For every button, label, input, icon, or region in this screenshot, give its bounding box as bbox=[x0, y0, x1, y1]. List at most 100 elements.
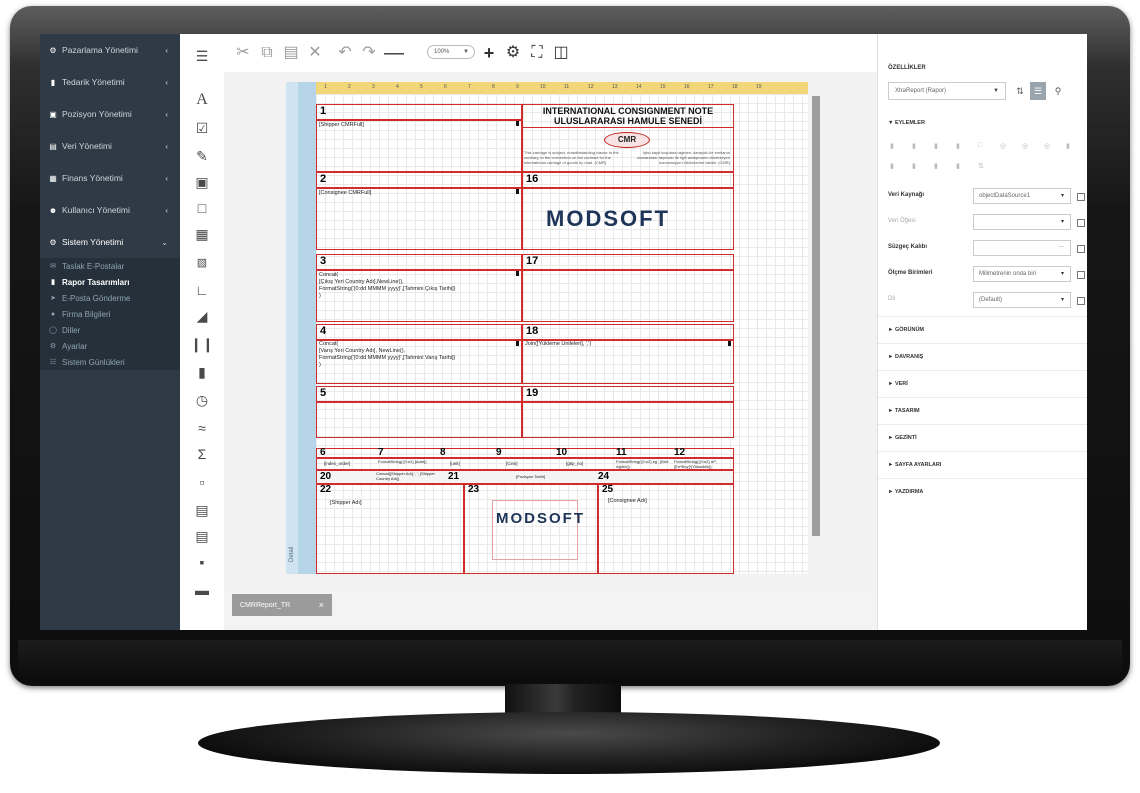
align-middle-icon[interactable]: □ bbox=[978, 142, 982, 149]
page-info-tool-icon[interactable]: ▫ bbox=[192, 472, 212, 492]
sort-icon[interactable]: ⇅ bbox=[1012, 82, 1028, 100]
cell-3-header[interactable] bbox=[316, 254, 522, 270]
property-section[interactable]: ► VERİ bbox=[878, 370, 1087, 396]
page-break-tool-icon[interactable]: ▬ bbox=[192, 580, 212, 600]
sidebar-item-sistem[interactable]: ⚙ Sistem Yönetimi ⌄ bbox=[40, 226, 180, 258]
property-editor[interactable]: ▾ bbox=[973, 214, 1071, 230]
align-left-icon[interactable]: ▮ bbox=[890, 142, 894, 150]
close-icon[interactable]: × bbox=[319, 600, 324, 610]
panel-tool-icon[interactable]: □ bbox=[192, 198, 212, 218]
cell-19-header[interactable] bbox=[522, 386, 734, 402]
cell-2-body[interactable] bbox=[316, 188, 522, 250]
property-section[interactable]: ► TASARIM bbox=[878, 397, 1087, 423]
zoom-out-icon[interactable]: — bbox=[384, 43, 404, 63]
cell-18-header[interactable] bbox=[522, 324, 734, 340]
property-checkbox[interactable] bbox=[1077, 193, 1085, 201]
report-page[interactable]: Detail 1 2 3 4 5 6 7 8 9 10 11 12 13 14 15 16 17 18 19 1 [… bbox=[286, 82, 808, 574]
property-editor[interactable]: (Default) ▾ bbox=[973, 292, 1071, 308]
delete-icon[interactable]: ✕ bbox=[306, 44, 324, 62]
cell-2-header[interactable] bbox=[316, 172, 522, 188]
align-bottom-icon[interactable]: ◎ bbox=[1000, 142, 1006, 150]
sum-tool-icon[interactable]: Σ bbox=[192, 444, 212, 464]
submenu-item-firma[interactable]: ● Firma Bilgileri bbox=[40, 306, 180, 322]
property-section[interactable]: ► GÖRÜNÜM bbox=[878, 316, 1087, 342]
align-center-icon[interactable]: ▮ bbox=[912, 142, 916, 150]
property-editor[interactable]: objectDataSource1 ▾ bbox=[973, 188, 1071, 204]
size-height-icon[interactable]: ◎ bbox=[1044, 142, 1050, 150]
sidebar-item-kullanici[interactable]: ☻ Kullanıcı Yönetimi ‹ bbox=[40, 194, 180, 226]
rich-text-tool-icon[interactable]: ✎ bbox=[192, 146, 212, 166]
send-back-icon[interactable]: ▮ bbox=[912, 162, 916, 170]
copy-icon[interactable]: ⧉ bbox=[258, 44, 276, 62]
submenu-item-rapor[interactable]: ▮ Rapor Tasarımları bbox=[40, 274, 180, 290]
property-section[interactable]: ► GEZİNTİ bbox=[878, 424, 1087, 450]
checkbox-tool-icon[interactable]: ☑ bbox=[192, 118, 212, 138]
preview-icon[interactable]: ◫ bbox=[552, 44, 570, 62]
property-section[interactable]: ► YAZDIRMA bbox=[878, 478, 1087, 504]
barcode-tool-icon[interactable]: ❙❙ bbox=[190, 334, 213, 354]
submenu-item-taslak[interactable]: ✉ Taslak E-Postalar bbox=[40, 258, 180, 274]
undo-icon[interactable]: ↶ bbox=[336, 44, 354, 62]
cell-19-body[interactable] bbox=[522, 402, 734, 438]
canvas-scrollbar[interactable] bbox=[812, 96, 820, 536]
cut-icon[interactable]: ✂ bbox=[234, 44, 252, 62]
redo-icon[interactable]: ↷ bbox=[360, 44, 378, 62]
categories-icon[interactable]: ☰ bbox=[1030, 82, 1046, 100]
grid-align-icon[interactable]: ▮ bbox=[934, 162, 938, 170]
submenu-item-ayarlar[interactable]: ⚙ Ayarlar bbox=[40, 338, 180, 354]
shape-tool-icon[interactable]: ◢ bbox=[192, 306, 212, 326]
chart-tool-icon[interactable]: ▮ bbox=[192, 362, 212, 382]
property-checkbox[interactable] bbox=[1077, 245, 1085, 253]
cell-5-header[interactable] bbox=[316, 386, 522, 402]
zoom-select[interactable]: 100% ▼ bbox=[427, 45, 475, 59]
fullscreen-icon[interactable]: ⛶ bbox=[528, 44, 546, 62]
sidebar-item-pazarlama[interactable]: ⚙ Pazarlama Yönetimi ‹ bbox=[40, 34, 180, 66]
property-checkbox[interactable] bbox=[1077, 297, 1085, 305]
design-surface[interactable]: Detail 1 2 3 4 5 6 7 8 9 10 11 12 13 14 15 16 17 18 19 1 [… bbox=[224, 72, 877, 592]
property-section[interactable]: ► DAVRANIŞ bbox=[878, 343, 1087, 369]
pdf-tool-icon[interactable]: ▤ bbox=[192, 500, 212, 520]
cell-17-body[interactable] bbox=[522, 270, 734, 322]
sparkline-tool-icon[interactable]: ≈ bbox=[192, 418, 212, 438]
size-grid-icon[interactable]: ▮ bbox=[956, 162, 960, 170]
property-checkbox[interactable] bbox=[1077, 219, 1085, 227]
delete-action-icon[interactable]: ▮ bbox=[1066, 142, 1070, 150]
picture-box-tool-icon[interactable]: ▣ bbox=[192, 172, 212, 192]
sidebar-item-pozisyon[interactable]: ▣ Pozisyon Yönetimi ‹ bbox=[40, 98, 180, 130]
section-eylemler[interactable]: ▼ EYLEMLER bbox=[878, 110, 1087, 136]
line-tool-icon[interactable]: ∟ bbox=[192, 280, 212, 300]
paste-icon[interactable]: ▤ bbox=[282, 44, 300, 62]
object-select[interactable]: XtraReport (Rapor) ▼ bbox=[888, 82, 1006, 100]
property-editor[interactable]: ··· bbox=[973, 240, 1071, 256]
cell-1-header[interactable] bbox=[316, 104, 522, 120]
label-tool-icon[interactable]: A bbox=[192, 90, 212, 110]
sidebar-item-tedarik[interactable]: ▮ Tedarik Yönetimi ‹ bbox=[40, 66, 180, 98]
submenu-item-eposta[interactable]: ➤ E-Posta Gönderme bbox=[40, 290, 180, 306]
subreport-tool-icon[interactable]: ▤ bbox=[192, 526, 212, 546]
hamburger-menu-icon[interactable]: ☰ bbox=[192, 46, 212, 66]
align-top-icon[interactable]: ▮ bbox=[956, 142, 960, 150]
property-checkbox[interactable] bbox=[1077, 271, 1085, 279]
search-icon[interactable]: ⚲ bbox=[1050, 82, 1066, 100]
property-editor[interactable]: Milimetrenin onda biri ▾ bbox=[973, 266, 1071, 282]
cell-17-header[interactable] bbox=[522, 254, 734, 270]
bring-front-icon[interactable]: ▮ bbox=[890, 162, 894, 170]
size-width-icon[interactable]: ◎ bbox=[1022, 142, 1028, 150]
tab-cmrreport[interactable]: CMRReport_TR × bbox=[232, 594, 332, 616]
gauge-tool-icon[interactable]: ◷ bbox=[192, 390, 212, 410]
fit-icon[interactable]: ⇅ bbox=[978, 162, 984, 170]
cell-4-header[interactable] bbox=[316, 324, 522, 340]
align-right-icon[interactable]: ▮ bbox=[934, 142, 938, 150]
table-tool-icon[interactable]: ▦ bbox=[192, 224, 212, 244]
cell-22[interactable] bbox=[316, 484, 464, 574]
submenu-item-gunlukler[interactable]: ☷ Sistem Günlükleri bbox=[40, 354, 180, 370]
toc-tool-icon[interactable]: ▪ bbox=[192, 552, 212, 572]
cell-5-body[interactable] bbox=[316, 402, 522, 438]
sidebar-item-veri[interactable]: ▤ Veri Yönetimi ‹ bbox=[40, 130, 180, 162]
property-section[interactable]: ► SAYFA AYARLARI bbox=[878, 451, 1087, 477]
character-comb-tool-icon[interactable]: ▧ bbox=[192, 252, 212, 272]
cell-16-header[interactable] bbox=[522, 172, 734, 188]
validate-bindings-icon[interactable]: ⚙ bbox=[504, 44, 522, 62]
submenu-item-diller[interactable]: ◯ Diller bbox=[40, 322, 180, 338]
zoom-in-icon[interactable]: + bbox=[480, 44, 498, 62]
